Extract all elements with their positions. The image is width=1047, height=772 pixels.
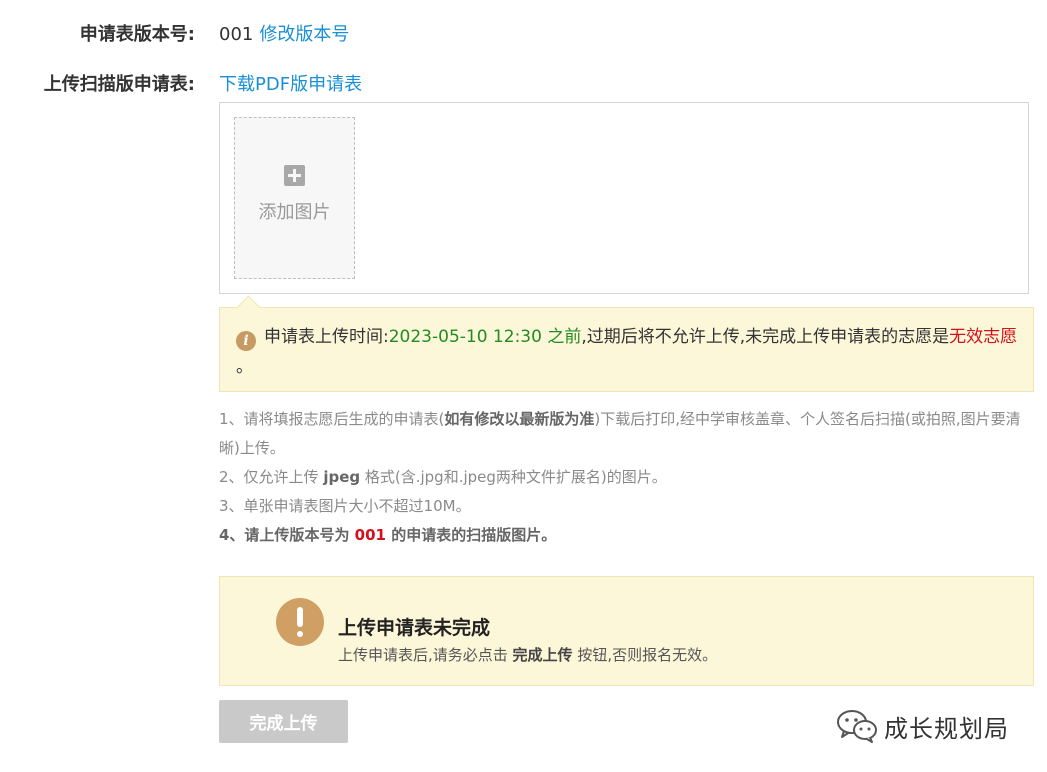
version-number: 001: [219, 24, 254, 45]
add-image-label: 添加图片: [258, 202, 331, 223]
notice-invalid: 无效志愿: [949, 327, 1018, 347]
rule-2-pre: 2、仅允许上传: [219, 468, 324, 486]
add-image-button[interactable]: 添加图片: [234, 117, 355, 279]
notice-middle: ,过期后将不允许上传,未完成上传申请表的志愿是: [581, 327, 950, 347]
watermark: 成长规划局: [836, 706, 1009, 746]
rule-4-pre: 4、请上传版本号为: [219, 526, 355, 544]
upload-scan-label: 上传扫描版申请表:: [43, 74, 195, 95]
notice-prefix: 申请表上传时间:: [264, 327, 389, 347]
incomplete-warning: 上传申请表未完成 上传申请表后,请务必点击 完成上传 按钮,否则报名无效。: [219, 576, 1034, 686]
rule-1: 1、请将填报志愿后生成的申请表(如有修改以最新版为准)下载后打印,经中学审核盖章…: [219, 405, 1034, 463]
warning-title: 上传申请表未完成: [338, 617, 491, 639]
download-row: 下载PDF版申请表: [219, 70, 362, 96]
complete-upload-button[interactable]: 完成上传: [219, 700, 348, 743]
upload-rules: 1、请将填报志愿后生成的申请表(如有修改以最新版为准)下载后打印,经中学审核盖章…: [219, 405, 1034, 550]
rule-2-post: 格式(含.jpg和.jpeg两种文件扩展名)的图片。: [360, 468, 667, 486]
watermark-text: 成长规划局: [884, 714, 1009, 743]
notice-deadline: 2023-05-10 12:30 之前: [388, 327, 582, 347]
warning-subtext: 上传申请表后,请务必点击 完成上传 按钮,否则报名无效。: [338, 644, 717, 665]
warning-sub-bold: 完成上传: [512, 646, 573, 664]
notice-text: i 申请表上传时间:2023-05-10 12:30 之前,过期后将不允许上传,未…: [236, 322, 1026, 382]
warning-sub-post: 按钮,否则报名无效。: [572, 646, 718, 664]
rule-1-bold: 如有修改以最新版为准: [444, 410, 595, 428]
image-upload-area: 添加图片: [219, 102, 1029, 294]
download-pdf-link[interactable]: 下载PDF版申请表: [219, 74, 362, 95]
version-row: 001 修改版本号: [219, 20, 349, 46]
rule-2-bold: jpeg: [323, 468, 361, 486]
exclamation-icon: [276, 598, 324, 646]
wechat-icon: [837, 710, 877, 743]
deadline-notice: i 申请表上传时间:2023-05-10 12:30 之前,过期后将不允许上传,未…: [219, 295, 1034, 392]
rule-3: 3、单张申请表图片大小不超过10M。: [219, 497, 471, 515]
rule-4-post: 的申请表的扫描版图片。: [385, 526, 557, 544]
rule-4: 4、请上传版本号为 001 的申请表的扫描版图片。: [219, 521, 1034, 550]
notice-arrow: [236, 295, 261, 320]
info-icon: i: [236, 331, 256, 351]
rule-4-version: 001: [354, 526, 386, 544]
upload-application-page: 申请表版本号: 001 修改版本号 上传扫描版申请表: 下载PDF版申请表 添加图…: [0, 0, 1047, 772]
warning-sub-pre: 上传申请表后,请务必点击: [338, 646, 513, 664]
notice-suffix: 。: [236, 357, 253, 377]
rule-1-pre: 1、请将填报志愿后生成的申请表(: [219, 410, 445, 428]
rule-2: 2、仅允许上传 jpeg 格式(含.jpg和.jpeg两种文件扩展名)的图片。: [219, 463, 1034, 492]
plus-icon: [284, 165, 305, 186]
version-label: 申请表版本号:: [79, 24, 195, 45]
modify-version-link[interactable]: 修改版本号: [259, 24, 349, 45]
